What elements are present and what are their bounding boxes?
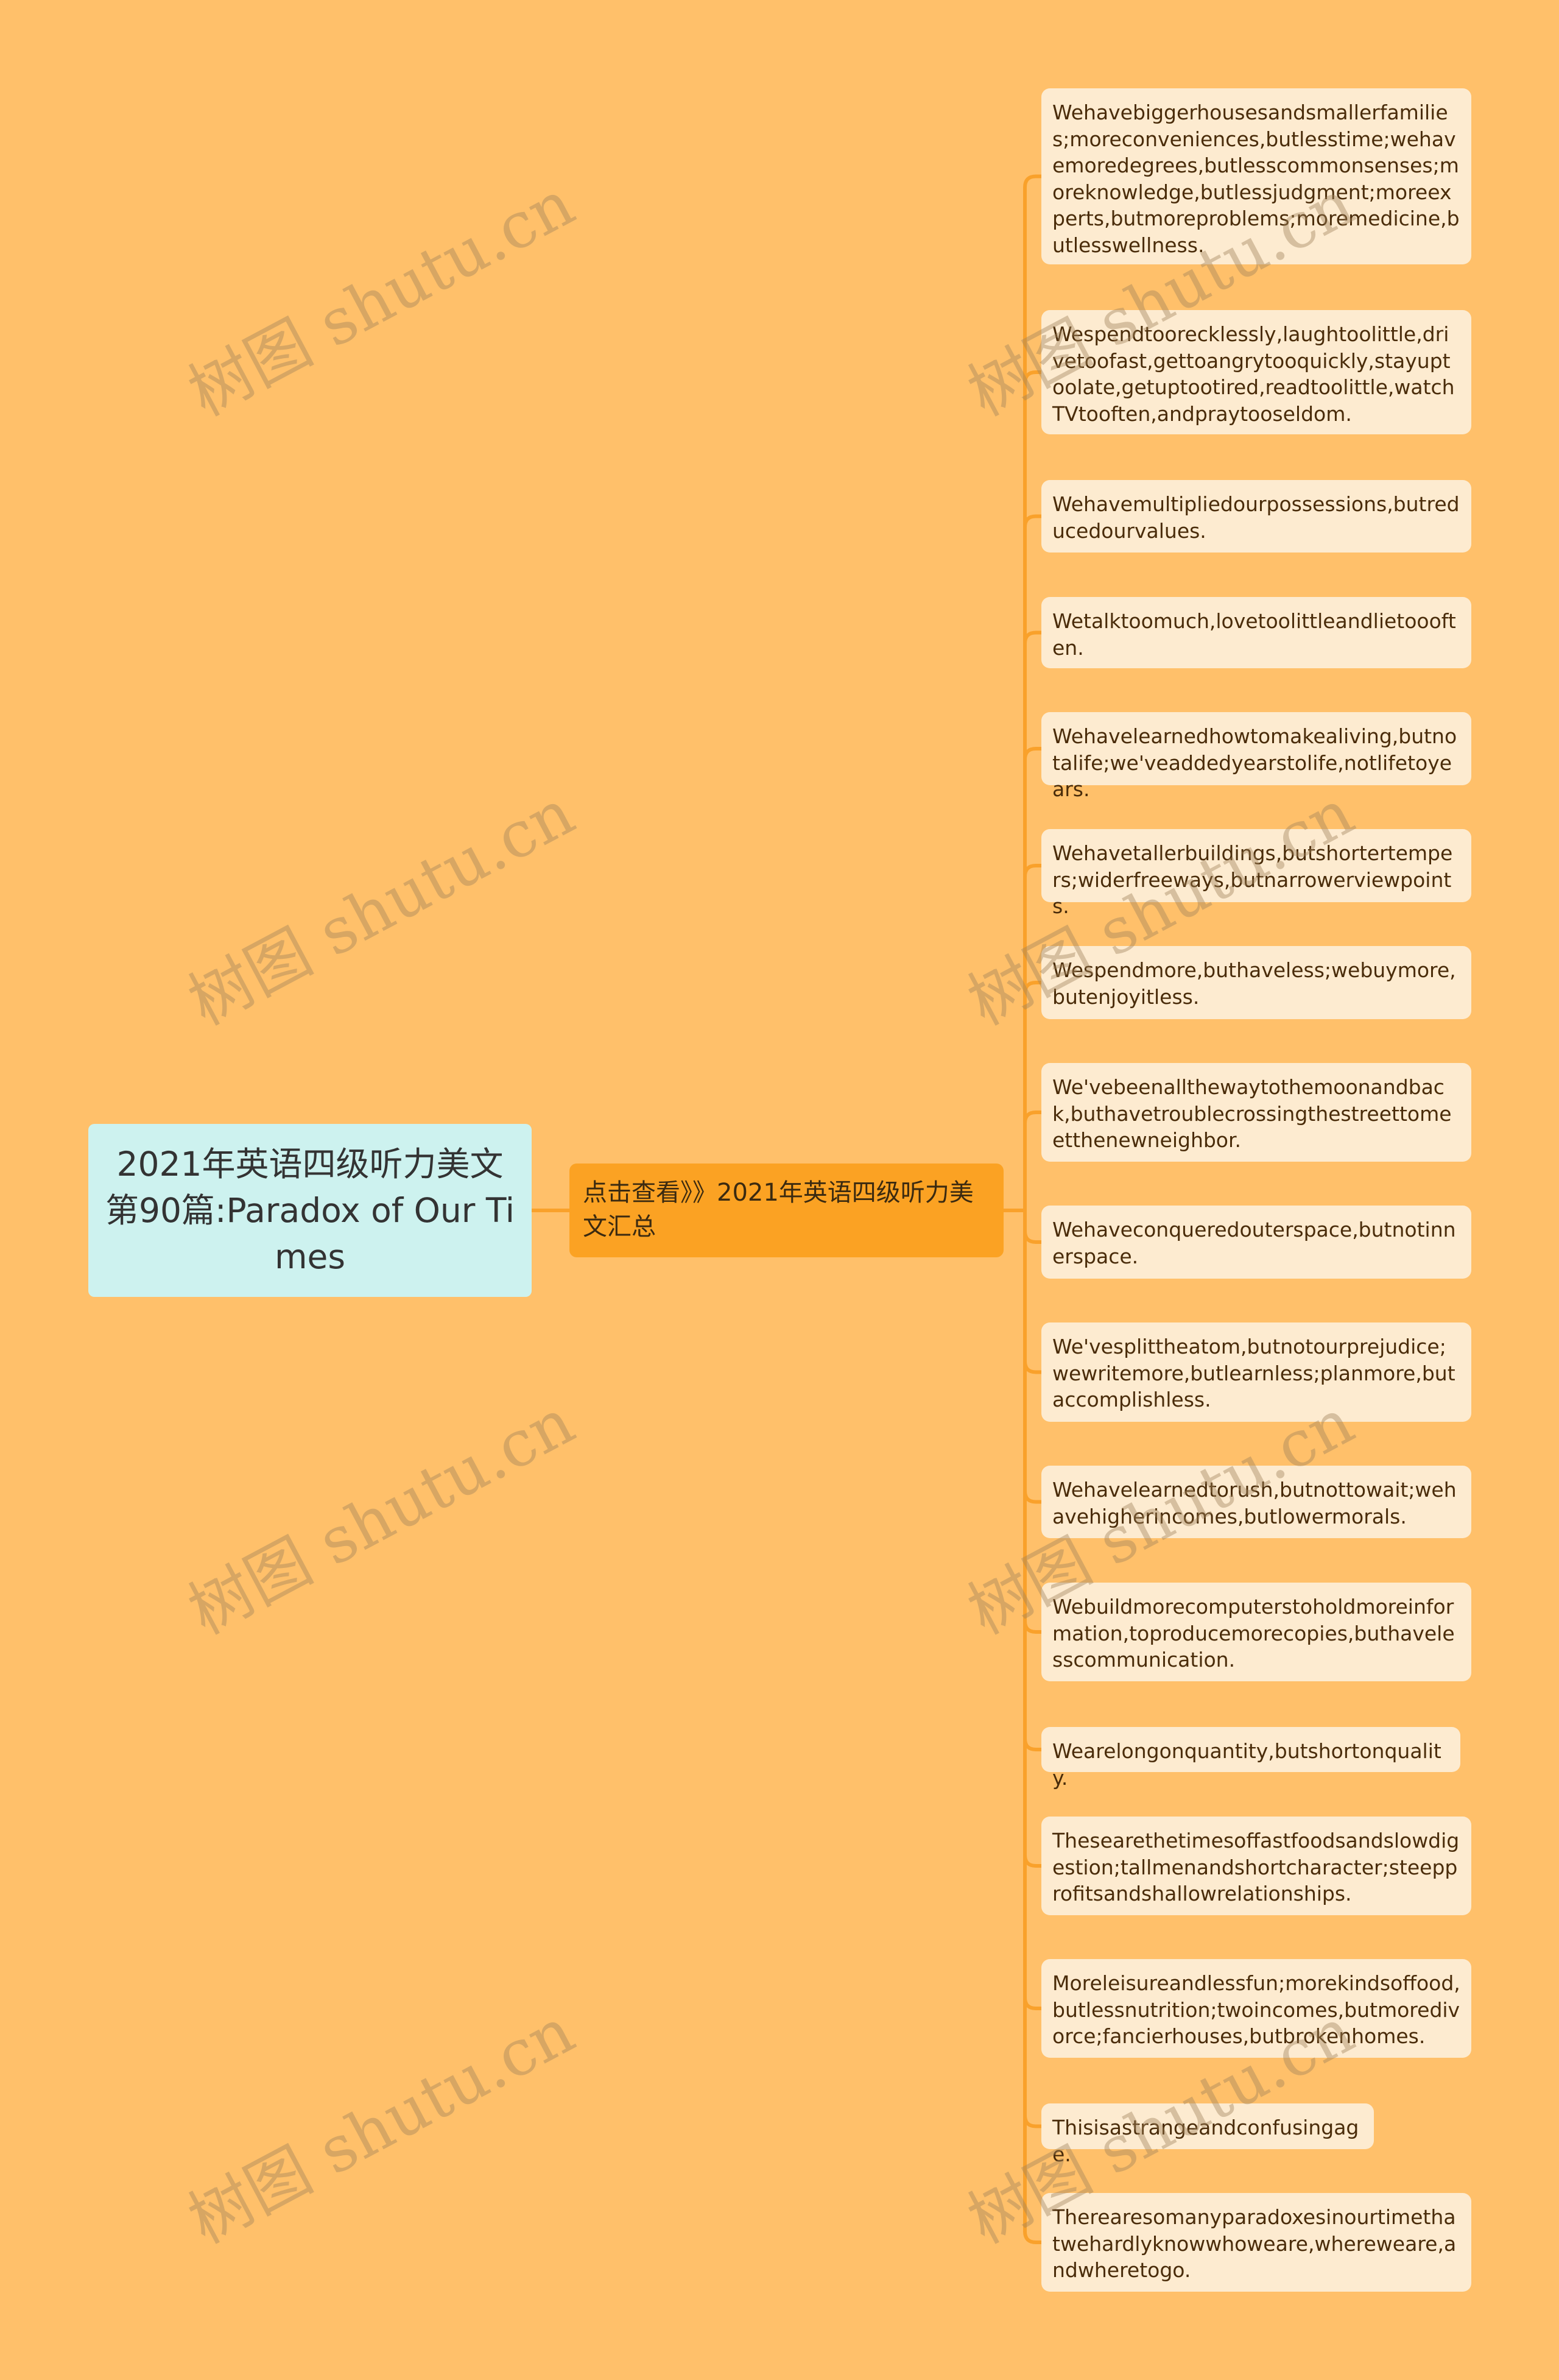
leaf-node-label: Wehavelearnedtorush,butnottowait;wehaveh… (1052, 1478, 1457, 1528)
leaf-node[interactable]: Moreleisureandlessfun;morekindsoffood,bu… (1041, 1959, 1471, 2058)
leaf-node[interactable]: Wehaveconqueredouterspace,butnotinnerspa… (1041, 1206, 1471, 1279)
leaf-node-label: We'vebeenallthewaytothemoonandback,butha… (1052, 1075, 1452, 1152)
leaf-node[interactable]: Wearelongonquantity,butshortonquality. (1041, 1727, 1460, 1790)
leaf-connector (1023, 1111, 1041, 1210)
leaf-connector (1023, 981, 1041, 1210)
leaf-node[interactable]: Wehavetallerbuildings,butshortertempers;… (1041, 829, 1471, 918)
leaf-node-label: Wehavebiggerhousesandsmallerfamilies;mor… (1052, 101, 1460, 257)
leaf-connector (1023, 514, 1041, 1210)
leaf-node-label: Wehaveconqueredouterspace,butnotinnerspa… (1052, 1218, 1456, 1268)
leaf-connector (1023, 1210, 1041, 2244)
leaf-node[interactable]: Wespendtoorecklessly,laughtoolittle,driv… (1041, 310, 1471, 434)
summary-link-node[interactable]: 点击查看》》2021年英语四级听力美文汇总 (569, 1164, 1004, 1257)
leaf-node-label: Therearesomanyparadoxesinourtimethatweha… (1052, 2205, 1457, 2282)
leaf-connector (1023, 747, 1041, 1210)
leaf-connectors (1023, 174, 1041, 2244)
leaf-node[interactable]: Wehavebiggerhousesandsmallerfamilies;mor… (1041, 88, 1471, 264)
leaf-node[interactable]: Thisisastrangeandconfusingage. (1041, 2103, 1374, 2166)
leaf-node[interactable]: Thesearethetimesoffastfoodsandslowdigest… (1041, 1817, 1471, 1915)
leaf-connector (1023, 1210, 1041, 1244)
leaf-node[interactable]: Webuildmorecomputerstoholdmoreinformatio… (1041, 1583, 1471, 1681)
leaf-node[interactable]: Wehavemultipliedourpossessions,butreduce… (1041, 480, 1471, 553)
leaf-connector (1023, 1210, 1041, 1634)
leaf-connector (1023, 1210, 1041, 1751)
leaf-connector (1023, 1210, 1041, 2128)
leaf-connector (1023, 370, 1041, 1210)
leaf-node[interactable]: Therearesomanyparadoxesinourtimethatweha… (1041, 2193, 1471, 2292)
leaf-node-label: Wehavemultipliedourpossessions,butreduce… (1052, 492, 1460, 543)
leaf-connector (1023, 630, 1041, 1210)
root-node-label: 2021年英语四级听力美文第90篇:Paradox of Our Times (105, 1145, 515, 1276)
leaf-connector (1023, 1210, 1041, 1868)
root-node[interactable]: 2021年英语四级听力美文第90篇:Paradox of Our Times (88, 1124, 532, 1297)
leaf-connector (1023, 864, 1041, 1210)
leaf-node-label: We'vesplittheatom,butnotourprejudice;wew… (1052, 1335, 1455, 1411)
leaf-connector (1023, 1210, 1041, 1504)
leaf-node-label: Webuildmorecomputerstoholdmoreinformatio… (1052, 1595, 1455, 1672)
leaf-node-label: Wespendtoorecklessly,laughtoolittle,driv… (1052, 322, 1455, 426)
leaf-node[interactable]: We'vesplittheatom,butnotourprejudice;wew… (1041, 1322, 1471, 1422)
leaf-connector (1023, 1210, 1041, 2010)
leaf-node[interactable]: Wehavelearnedhowtomakealiving,butnotalif… (1041, 712, 1471, 801)
leaf-node[interactable]: We'vebeenallthewaytothemoonandback,butha… (1041, 1063, 1471, 1162)
leaf-node[interactable]: Wetalktoomuch,lovetoolittleandlietooofte… (1041, 597, 1471, 668)
summary-link-label: 点击查看》》2021年英语四级听力美文汇总 (583, 1179, 974, 1241)
leaf-node-label: Wespendmore,buthaveless;webuymore,butenj… (1052, 958, 1456, 1009)
leaf-node[interactable]: Wespendmore,buthaveless;webuymore,butenj… (1041, 946, 1471, 1019)
leaf-node[interactable]: Wehavelearnedtorush,butnottowait;wehaveh… (1041, 1466, 1471, 1538)
leaf-node-label: Wetalktoomuch,lovetoolittleandlietooofte… (1052, 609, 1456, 660)
leaf-connector (1023, 1210, 1041, 1374)
leaf-connector (1023, 174, 1041, 1210)
leaf-node-label: Thesearethetimesoffastfoodsandslowdigest… (1052, 1829, 1460, 1905)
leaf-node-label: Moreleisureandlessfun;morekindsoffood,bu… (1052, 1971, 1460, 2048)
